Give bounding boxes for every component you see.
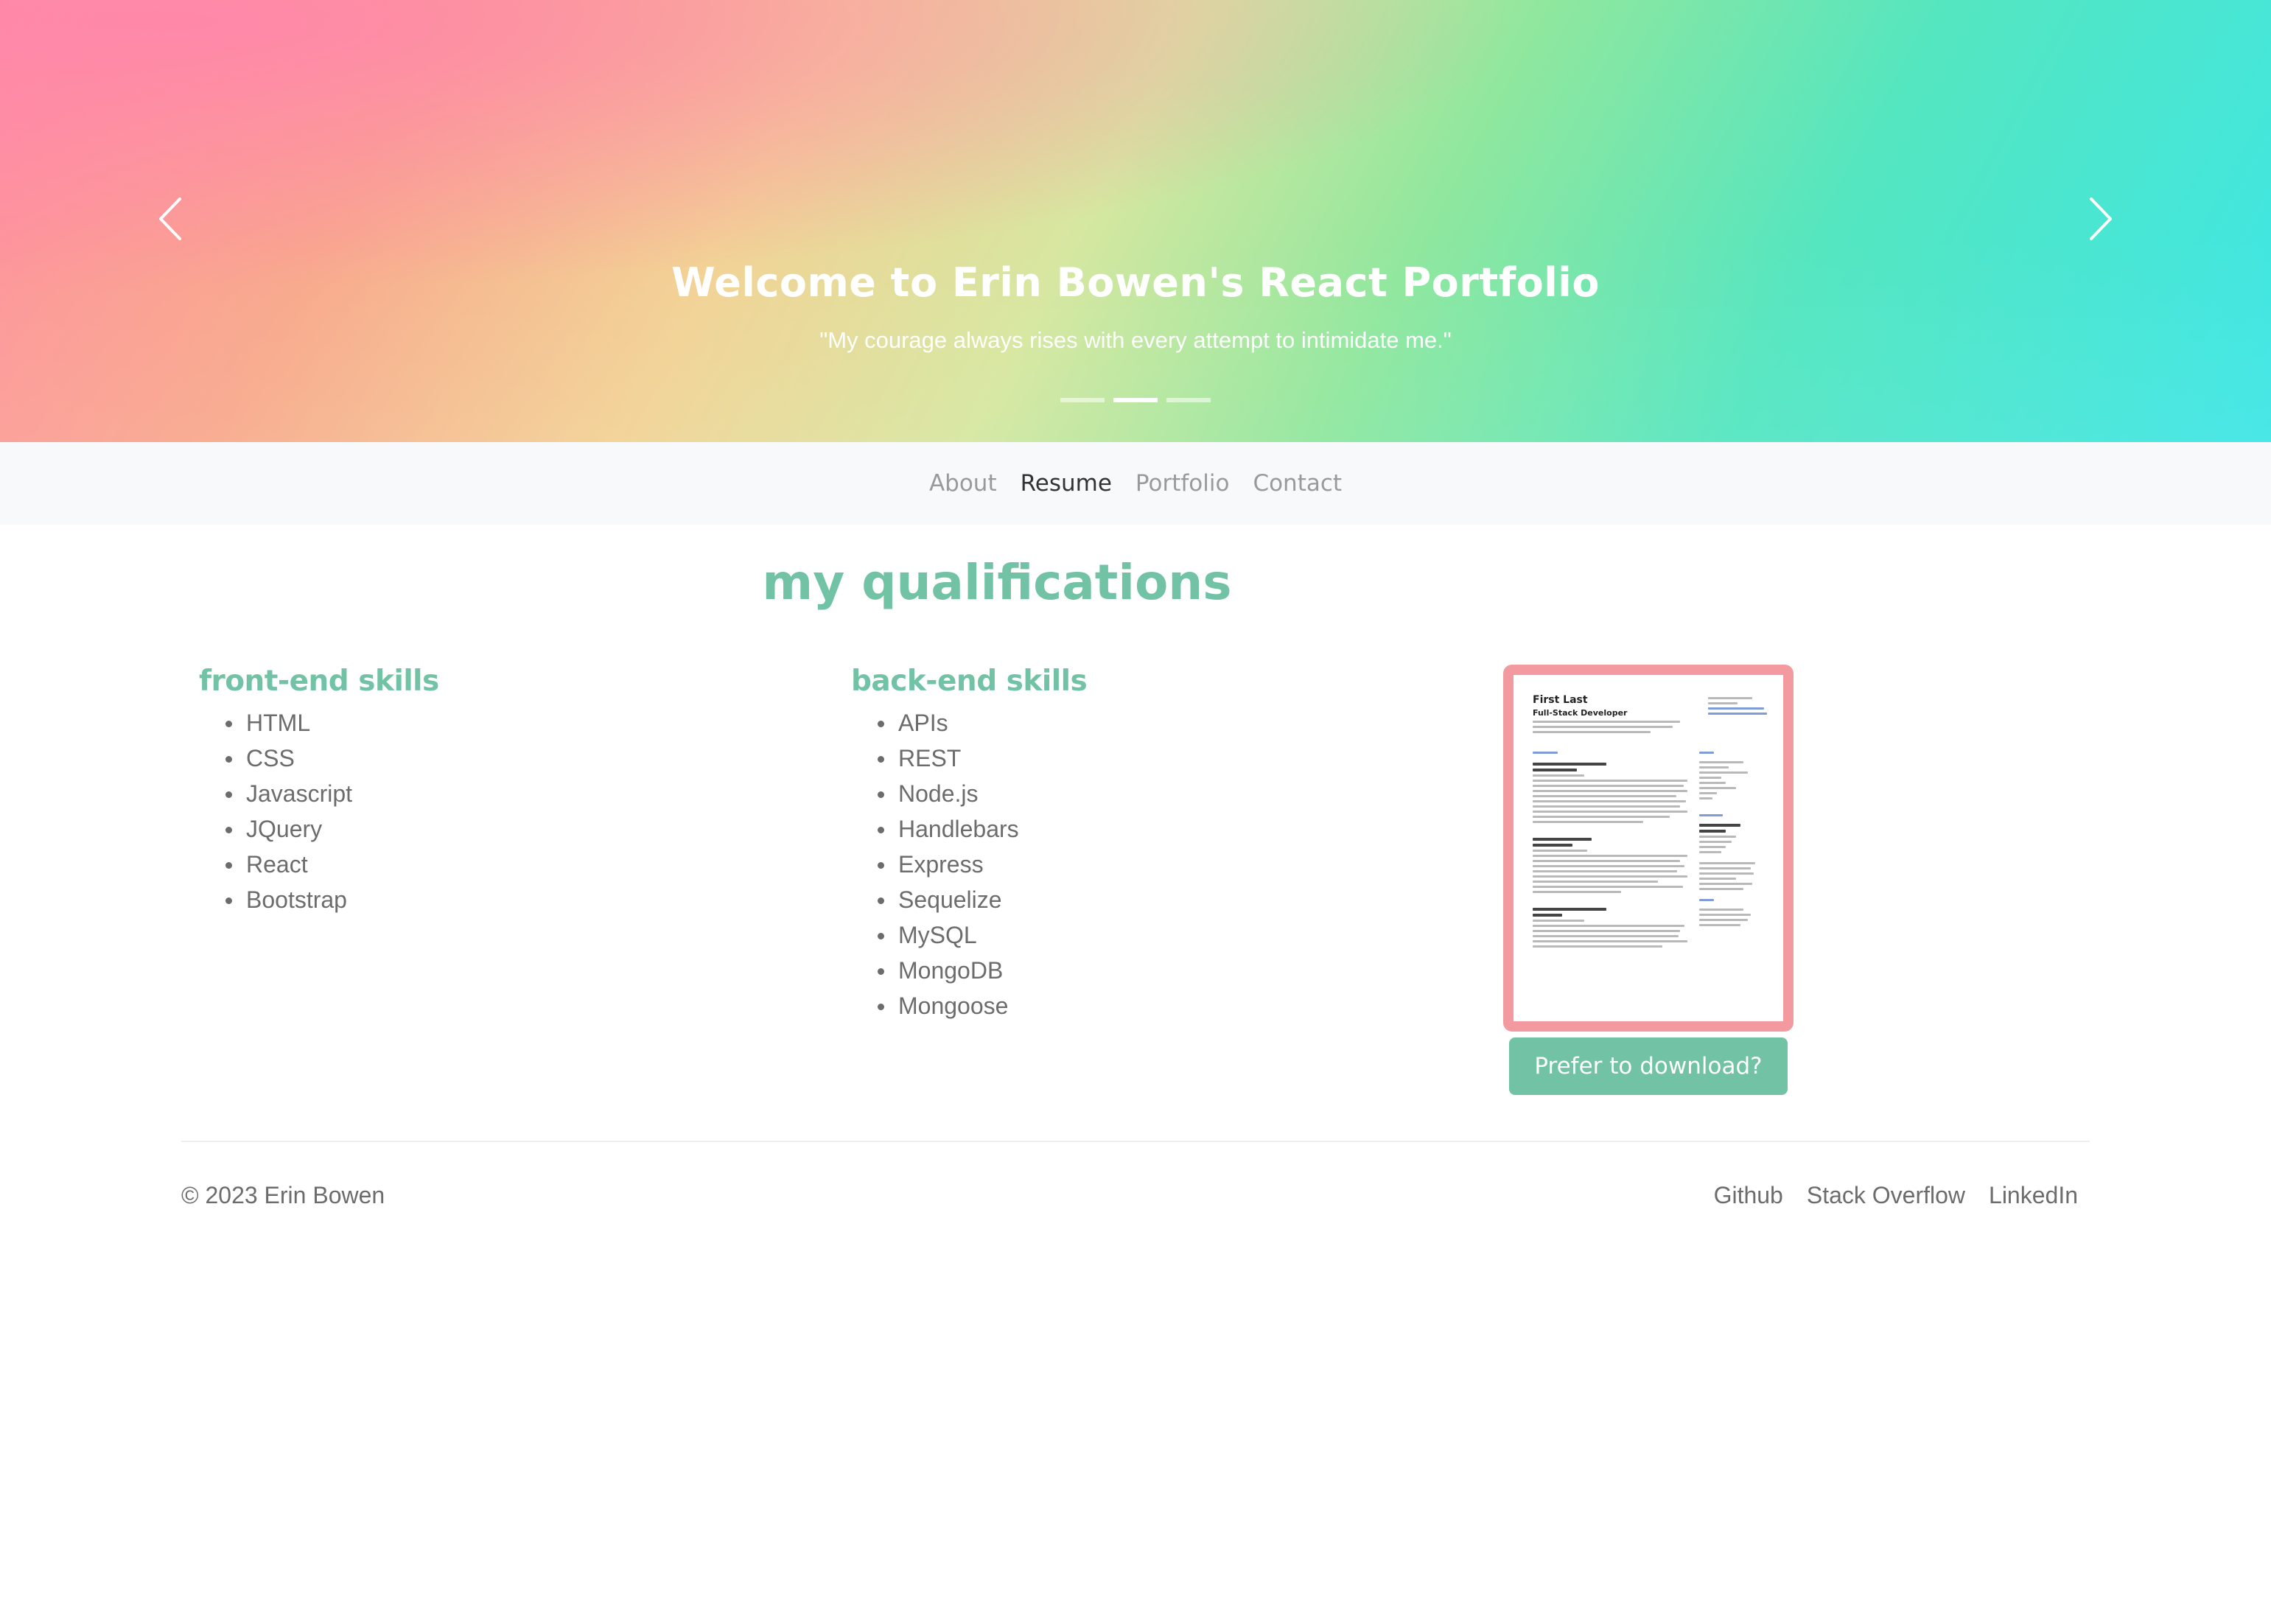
hero-carousel: Welcome to Erin Bowen's React Portfolio … xyxy=(0,0,2271,442)
list-item: Sequelize xyxy=(878,882,1087,917)
back-end-list: APIs REST Node.js Handlebars Express Seq… xyxy=(851,705,1087,1023)
resume-sidebar-lines xyxy=(1699,749,1760,926)
list-item: CSS xyxy=(225,741,439,776)
list-item: Bootstrap xyxy=(225,882,439,917)
list-item: HTML xyxy=(225,705,439,741)
carousel-prev-button[interactable] xyxy=(150,193,192,245)
hero-title: Welcome to Erin Bowen's React Portfolio xyxy=(671,259,1600,306)
list-item: Mongoose xyxy=(878,988,1087,1023)
chevron-right-icon xyxy=(2090,197,2112,240)
carousel-indicator-3[interactable] xyxy=(1166,398,1211,402)
front-end-list: HTML CSS Javascript JQuery React Bootstr… xyxy=(199,705,439,917)
nav-link-about[interactable]: About xyxy=(929,470,997,497)
back-end-heading: back-end skills xyxy=(851,665,1088,698)
footer-link-github[interactable]: Github xyxy=(1714,1182,1783,1209)
list-item: Express xyxy=(878,847,1087,882)
carousel-indicator-2[interactable] xyxy=(1113,398,1158,402)
footer-divider xyxy=(181,1141,2090,1142)
list-item: MySQL xyxy=(878,917,1087,953)
resume-contact-lines xyxy=(1708,694,1767,715)
carousel-indicator-1[interactable] xyxy=(1060,398,1105,402)
nav-link-portfolio[interactable]: Portfolio xyxy=(1136,470,1230,497)
resume-summary-lines xyxy=(1533,721,1680,733)
page-title: my qualifications xyxy=(762,554,1232,611)
footer-copyright: © 2023 Erin Bowen xyxy=(181,1182,385,1208)
resume-page-thumbnail: First Last Full-Stack Developer xyxy=(1514,675,1783,1021)
carousel-indicators xyxy=(0,398,2271,402)
front-end-skills: front-end skills HTML CSS Javascript JQu… xyxy=(199,665,439,917)
nav-link-resume[interactable]: Resume xyxy=(1021,470,1112,497)
footer-link-linkedin[interactable]: LinkedIn xyxy=(1989,1182,2078,1209)
list-item: Handlebars xyxy=(878,811,1087,847)
list-item: MongoDB xyxy=(878,953,1087,988)
resume-experience-lines xyxy=(1533,749,1687,948)
resume-preview[interactable]: First Last Full-Stack Developer xyxy=(1503,665,1794,1032)
list-item: APIs xyxy=(878,705,1087,741)
nav-link-contact[interactable]: Contact xyxy=(1253,470,1342,497)
hero-quote: "My courage always rises with every atte… xyxy=(819,327,1452,353)
footer-links: Github Stack Overflow LinkedIn xyxy=(1714,1182,2078,1209)
list-item: Javascript xyxy=(225,776,439,811)
footer-link-stack-overflow[interactable]: Stack Overflow xyxy=(1807,1182,1965,1209)
carousel-next-button[interactable] xyxy=(2079,193,2121,245)
back-end-skills: back-end skills APIs REST Node.js Handle… xyxy=(851,665,1088,1023)
chevron-left-icon xyxy=(159,197,181,240)
front-end-heading: front-end skills xyxy=(199,665,439,698)
list-item: React xyxy=(225,847,439,882)
list-item: JQuery xyxy=(225,811,439,847)
download-resume-button[interactable]: Prefer to download? xyxy=(1509,1037,1788,1095)
list-item: Node.js xyxy=(878,776,1087,811)
list-item: REST xyxy=(878,741,1087,776)
main-nav: About Resume Portfolio Contact xyxy=(0,442,2271,525)
